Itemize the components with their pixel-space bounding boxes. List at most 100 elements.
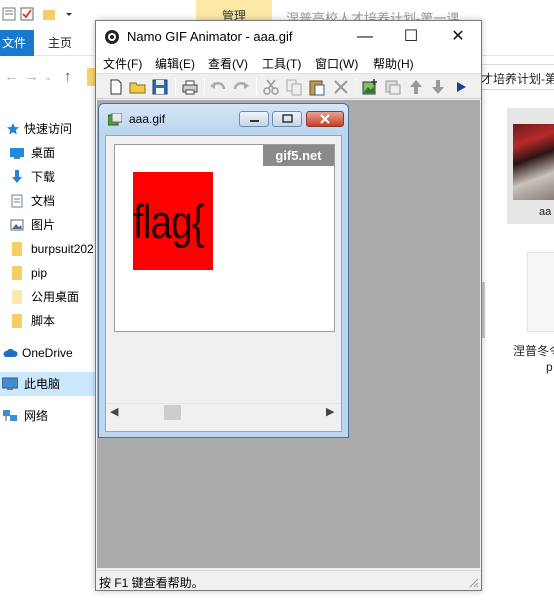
gif-frame-image: flag{ xyxy=(133,172,213,270)
toolbar-separator xyxy=(204,78,205,96)
move-up-icon[interactable] xyxy=(406,77,426,97)
cloud-icon xyxy=(3,348,18,357)
save-icon[interactable] xyxy=(150,77,170,97)
menu-edit[interactable]: 编辑(E) xyxy=(155,55,195,72)
tab-file[interactable]: 文件 xyxy=(0,30,34,56)
toolbar-separator xyxy=(175,78,176,96)
play-icon[interactable] xyxy=(451,77,471,97)
delete-icon[interactable] xyxy=(331,77,351,97)
sidebar-item-quick-access[interactable]: 快速访问 xyxy=(0,117,96,141)
sidebar-item-label: 脚本 xyxy=(31,314,56,328)
sidebar-item-label: 公用桌面 xyxy=(31,290,80,304)
star-icon xyxy=(7,123,19,135)
thumbnail-label: aa xyxy=(539,206,552,218)
sidebar-item-burpsuit[interactable]: burpsuit202 xyxy=(0,237,96,261)
menu-window[interactable]: 窗口(W) xyxy=(315,55,358,72)
close-icon: ✕ xyxy=(451,28,465,45)
namo-app-icon xyxy=(105,30,119,44)
forward-arrow-icon[interactable]: → xyxy=(24,68,39,85)
document-minimize-button[interactable] xyxy=(239,111,269,127)
desktop-icon xyxy=(10,148,24,159)
document-close-button[interactable] xyxy=(306,111,344,127)
document-restore-button[interactable] xyxy=(272,111,302,127)
status-bar: 按 F1 键查看帮助。 xyxy=(96,570,481,590)
recent-chevron-icon[interactable]: ⌄ xyxy=(44,72,52,83)
file-thumbnail[interactable]: aa xyxy=(507,108,554,224)
sidebar-item-scripts[interactable]: 脚本 xyxy=(0,309,96,333)
window-title: Namo GIF Animator - aaa.gif xyxy=(127,29,293,44)
sidebar-item-documents[interactable]: 文档 xyxy=(0,189,96,213)
gif-document-icon xyxy=(108,113,122,126)
menu-help[interactable]: 帮助(H) xyxy=(373,55,414,72)
menu-tools[interactable]: 工具(T) xyxy=(262,55,301,72)
horizontal-scrollbar[interactable]: ◀ ▶ xyxy=(106,403,341,420)
watermark: gif5.net xyxy=(263,145,334,166)
title-bar[interactable]: Namo GIF Animator - aaa.gif — ☐ ✕ xyxy=(96,21,481,53)
sidebar-item-label: pip xyxy=(31,266,48,280)
network-icon xyxy=(3,410,17,421)
file-document-icon[interactable] xyxy=(527,252,554,332)
thumbnail-image xyxy=(513,124,554,200)
sidebar-item-pip[interactable]: pip xyxy=(0,261,96,285)
cut-icon[interactable] xyxy=(261,77,281,97)
sidebar-item-pictures[interactable]: 图片 xyxy=(0,213,96,237)
resize-grip-icon[interactable] xyxy=(467,576,479,588)
document-title-bar[interactable]: aaa.gif xyxy=(99,104,348,134)
sidebar-item-network[interactable]: 网络 xyxy=(0,404,96,428)
insert-frame-icon[interactable] xyxy=(360,77,380,97)
toolbar-separator xyxy=(356,78,357,96)
frame-copy-icon[interactable] xyxy=(383,77,403,97)
computer-icon xyxy=(2,377,18,390)
close-icon xyxy=(320,114,330,124)
sidebar-item-label: 下载 xyxy=(31,170,56,184)
document-icon xyxy=(11,194,23,208)
picture-icon xyxy=(10,219,24,231)
namo-gif-animator-window: Namo GIF Animator - aaa.gif — ☐ ✕ 文件(F) … xyxy=(95,20,482,591)
properties-icon[interactable] xyxy=(2,7,16,21)
sidebar-item-label: 此电脑 xyxy=(24,377,61,391)
copy-icon[interactable] xyxy=(284,77,304,97)
maximize-button[interactable]: ☐ xyxy=(388,21,434,53)
file-caption-ext: p xyxy=(546,360,553,374)
checkbox-icon[interactable] xyxy=(20,7,34,21)
paste-icon[interactable] xyxy=(307,77,327,97)
folder-icon xyxy=(12,290,22,304)
scrollbar-thumb[interactable] xyxy=(164,405,181,420)
scroll-right-icon[interactable]: ▶ xyxy=(326,405,334,418)
gif-document-window: aaa.gif gif5.net flag{ ◀ ▶ xyxy=(98,103,349,438)
menu-file[interactable]: 文件(F) xyxy=(103,55,142,72)
up-arrow-icon[interactable]: ↑ xyxy=(64,68,72,85)
back-arrow-icon[interactable]: ← xyxy=(4,68,19,85)
minimize-icon: — xyxy=(357,28,373,45)
scroll-left-icon[interactable]: ◀ xyxy=(110,405,118,418)
close-button[interactable]: ✕ xyxy=(435,21,481,53)
move-down-icon[interactable] xyxy=(428,77,448,97)
redo-icon[interactable] xyxy=(231,77,251,97)
menu-view[interactable]: 查看(V) xyxy=(208,55,248,72)
sidebar-item-label: 网络 xyxy=(24,409,49,423)
sidebar-item-desktop[interactable]: 桌面 xyxy=(0,141,96,165)
minimize-button[interactable]: — xyxy=(342,21,388,53)
new-file-icon[interactable] xyxy=(106,77,126,97)
restore-icon xyxy=(282,114,293,123)
folder-icon xyxy=(12,266,22,280)
sidebar-item-onedrive[interactable]: OneDrive xyxy=(0,341,96,365)
sidebar-item-label: 图片 xyxy=(31,218,56,232)
print-icon[interactable] xyxy=(180,77,200,97)
qat-dropdown-icon[interactable] xyxy=(62,7,76,21)
new-folder-icon[interactable] xyxy=(42,7,56,21)
minimize-icon xyxy=(250,120,259,122)
sidebar-item-label: 文档 xyxy=(31,194,56,208)
sidebar-item-label: burpsuit202 xyxy=(31,242,94,256)
sidebar-item-downloads[interactable]: 下载 xyxy=(0,165,96,189)
open-folder-icon[interactable] xyxy=(128,77,148,97)
sidebar-item-this-pc[interactable]: 此电脑 xyxy=(0,372,96,396)
folder-icon xyxy=(12,314,22,328)
sidebar-item-public-desktop[interactable]: 公用桌面 xyxy=(0,285,96,309)
status-text: 按 F1 键查看帮助。 xyxy=(99,576,204,590)
undo-icon[interactable] xyxy=(208,77,228,97)
toolbar xyxy=(96,73,481,99)
document-title: aaa.gif xyxy=(129,112,166,126)
tab-home[interactable]: 主页 xyxy=(48,30,72,56)
gif-frame-canvas[interactable]: gif5.net flag{ xyxy=(114,144,335,332)
